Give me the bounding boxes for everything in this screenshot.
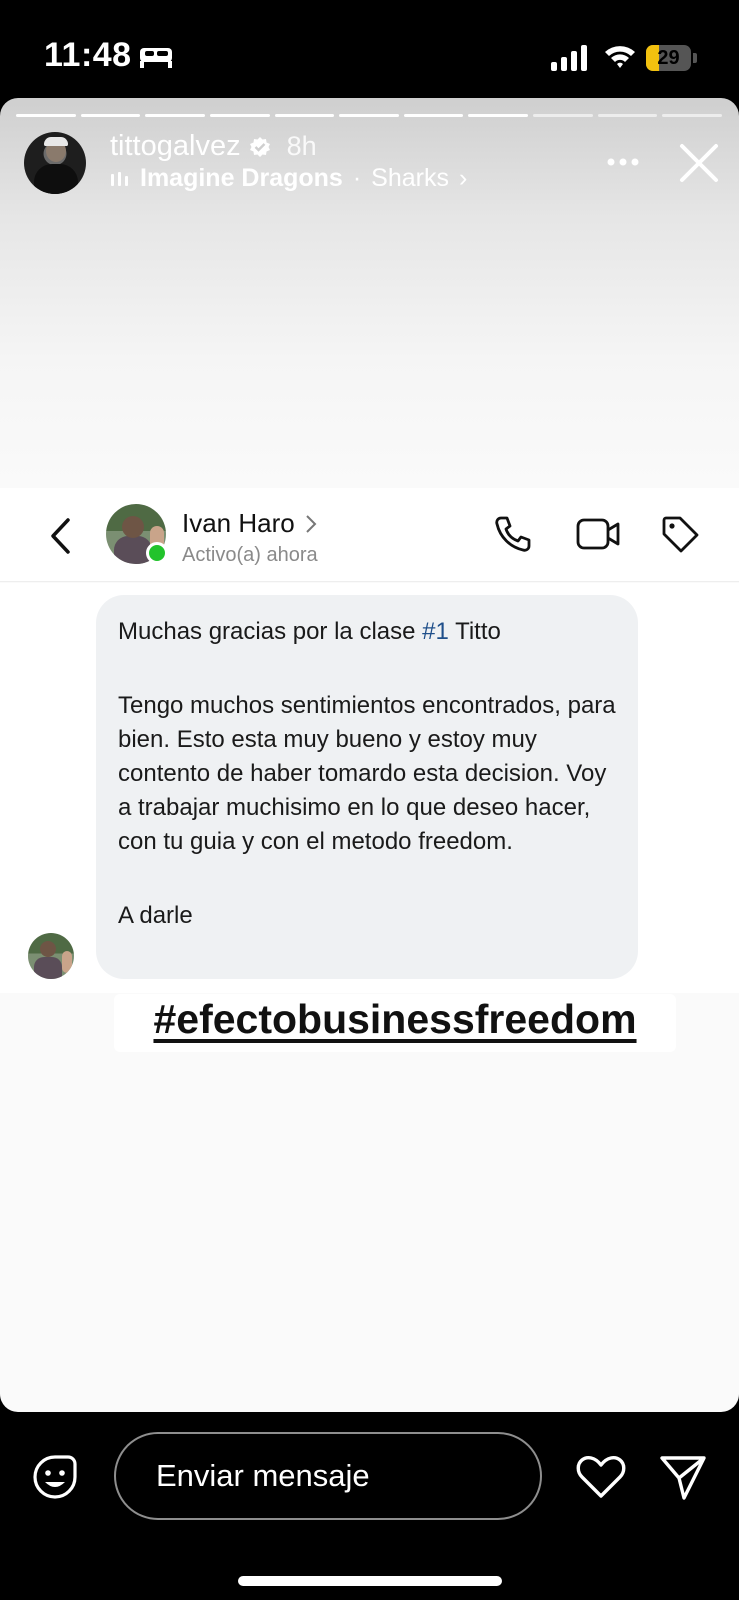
contact-name: Ivan Haro bbox=[182, 508, 295, 538]
story-progress-segment bbox=[145, 114, 205, 117]
wifi-icon bbox=[605, 46, 635, 68]
story-progress-segment bbox=[597, 114, 658, 117]
send-message-input[interactable] bbox=[114, 1432, 542, 1520]
close-icon[interactable] bbox=[678, 142, 720, 184]
story-viewer[interactable]: tittogalvez 8h Imagine Dragons · Sharks … bbox=[0, 98, 739, 1412]
more-options-icon[interactable] bbox=[606, 156, 640, 168]
caption-text: #efectobusinessfreedom bbox=[153, 996, 637, 1042]
story-username[interactable]: tittogalvez bbox=[110, 130, 241, 163]
home-indicator bbox=[238, 1576, 502, 1586]
story-music-row[interactable]: Imagine Dragons · Sharks › bbox=[110, 164, 467, 193]
story-progress-segment bbox=[662, 114, 723, 117]
story-progress-segment bbox=[16, 114, 76, 117]
story-time-ago: 8h bbox=[286, 131, 317, 161]
story-progress-segment bbox=[80, 114, 141, 117]
story-user-row: tittogalvez 8h bbox=[110, 130, 317, 163]
story-progress-segment bbox=[533, 114, 593, 117]
music-chevron: › bbox=[458, 164, 468, 192]
battery-icon: 29 bbox=[646, 45, 697, 71]
story-progress-segment bbox=[209, 114, 270, 117]
message-bubble: Muchas gracias por la clase #1 Titto Ten… bbox=[96, 595, 638, 979]
send-icon[interactable] bbox=[658, 1452, 708, 1502]
music-artist: Imagine Dragons bbox=[140, 164, 343, 192]
sender-avatar bbox=[28, 933, 74, 979]
story-progress-bar bbox=[16, 114, 723, 117]
dm-header: Ivan Haro Activo(a) ahora bbox=[0, 488, 739, 582]
verified-badge-icon bbox=[249, 136, 270, 157]
music-song: Sharks bbox=[371, 164, 449, 192]
hashtag-link: #1 bbox=[422, 618, 449, 645]
story-progress-segment bbox=[339, 114, 399, 117]
emoji-icon[interactable] bbox=[30, 1452, 80, 1502]
online-status-dot bbox=[146, 542, 168, 564]
heart-icon[interactable] bbox=[576, 1454, 626, 1500]
contact-status: Activo(a) ahora bbox=[182, 544, 318, 566]
reply-bar bbox=[0, 1412, 739, 1600]
signal-icon bbox=[551, 45, 587, 71]
tag-icon bbox=[662, 516, 699, 553]
status-bar: 11:48 29 bbox=[0, 0, 739, 100]
music-separator: · bbox=[352, 164, 362, 192]
story-author-avatar[interactable] bbox=[24, 132, 86, 194]
battery-level: 29 bbox=[657, 47, 680, 69]
message-line-1: Muchas gracias por la clase #1 Titto bbox=[118, 618, 501, 645]
story-progress-segment bbox=[403, 114, 464, 117]
phone-icon bbox=[495, 516, 531, 552]
message-paragraph-3: A darle bbox=[118, 902, 193, 929]
caption-sticker[interactable]: #efectobusinessfreedom bbox=[114, 994, 676, 1052]
contact-name-row: Ivan Haro bbox=[182, 508, 317, 539]
story-progress-segment bbox=[468, 114, 529, 117]
status-time: 11:48 bbox=[44, 36, 132, 74]
story-progress-segment bbox=[274, 114, 335, 117]
message-paragraph-2: Tengo muchos sentimientos encontrados, p… bbox=[118, 692, 616, 855]
music-bars-icon bbox=[111, 171, 128, 186]
video-camera-icon bbox=[576, 518, 620, 550]
sleep-icon bbox=[140, 48, 172, 68]
back-arrow-icon bbox=[51, 518, 70, 554]
chevron-right-icon bbox=[306, 514, 317, 533]
dm-thread: Muchas gracias por la clase #1 Titto Ten… bbox=[0, 583, 739, 993]
